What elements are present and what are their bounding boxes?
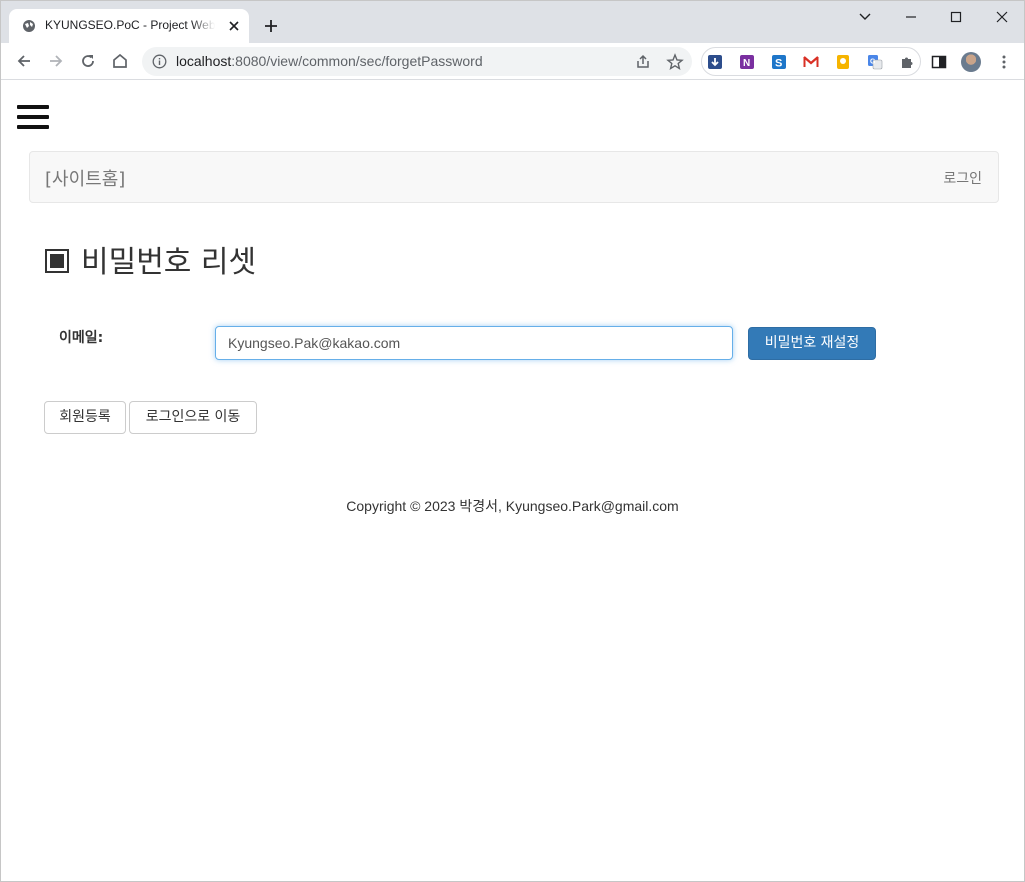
address-bar[interactable]: localhost:8080/view/common/sec/forgetPas… <box>142 47 692 76</box>
home-icon[interactable] <box>110 51 130 71</box>
translate-icon[interactable]: G <box>867 54 883 70</box>
back-arrow-icon[interactable] <box>14 51 34 71</box>
page-title: 비밀번호 리셋 <box>45 237 256 281</box>
star-icon[interactable] <box>666 53 684 71</box>
close-icon[interactable] <box>227 19 241 33</box>
profile-avatar[interactable] <box>961 52 981 72</box>
download-extension-icon[interactable] <box>707 54 723 70</box>
page-title-text: 비밀번호 리셋 <box>81 245 257 280</box>
browser-toolbar: localhost:8080/view/common/sec/forgetPas… <box>1 43 1024 116</box>
svg-text:G: G <box>870 59 876 66</box>
active-tab[interactable]: KYUNGSEO.PoC - Project Web Site <box>9 9 249 43</box>
plus-icon[interactable] <box>261 16 281 36</box>
square-bullet-icon <box>45 249 69 273</box>
side-panel-icon[interactable] <box>930 53 948 71</box>
url-path: :8080/view/common/sec/forgetPassword <box>231 53 483 69</box>
email-field[interactable] <box>215 326 733 360</box>
tab-bar: KYUNGSEO.PoC - Project Web Site <box>1 1 1024 43</box>
minimize-icon[interactable] <box>899 7 923 27</box>
tab-title: KYUNGSEO.PoC - Project Web Site <box>45 18 215 32</box>
info-icon[interactable] <box>152 54 167 69</box>
email-label: 이메일: <box>59 330 104 346</box>
kebab-menu-icon[interactable] <box>995 53 1013 71</box>
svg-text:N: N <box>743 58 750 69</box>
site-navbar: [사이트홈] 로그인 <box>29 151 999 203</box>
extension-tray: N S G <box>701 47 921 76</box>
puzzle-icon[interactable] <box>899 54 915 70</box>
url-text[interactable]: localhost:8080/view/common/sec/forgetPas… <box>176 53 483 69</box>
hamburger-menu-icon[interactable] <box>17 105 49 129</box>
gmail-icon[interactable] <box>803 54 819 70</box>
page-content: [사이트홈] 로그인 비밀번호 리셋 이메일: 비밀번호 재설정 회원등록 로그… <box>1 81 1024 881</box>
globe-icon <box>23 20 35 32</box>
keep-icon[interactable] <box>835 54 851 70</box>
site-home-link[interactable]: [사이트홈] <box>45 165 125 191</box>
share-icon[interactable] <box>634 53 652 71</box>
maximize-icon[interactable] <box>944 7 968 27</box>
copyright-footer: Copyright © 2023 박경서, Kyungseo.Park@gmai… <box>346 498 679 514</box>
forward-arrow-icon[interactable] <box>46 51 66 71</box>
reload-icon[interactable] <box>78 51 98 71</box>
url-host: localhost <box>176 53 232 69</box>
browser-window: KYUNGSEO.PoC - Project Web Site <box>0 0 1025 882</box>
reset-password-button[interactable]: 비밀번호 재설정 <box>748 327 876 360</box>
goto-login-button[interactable]: 로그인으로 이동 <box>129 401 257 434</box>
svg-text:S: S <box>775 58 782 70</box>
onenote-icon[interactable]: N <box>739 54 755 70</box>
s-extension-icon[interactable]: S <box>771 54 787 70</box>
login-link[interactable]: 로그인 <box>943 168 982 188</box>
register-button[interactable]: 회원등록 <box>44 401 126 434</box>
chevron-down-icon[interactable] <box>853 7 877 27</box>
window-close-icon[interactable] <box>990 7 1014 27</box>
